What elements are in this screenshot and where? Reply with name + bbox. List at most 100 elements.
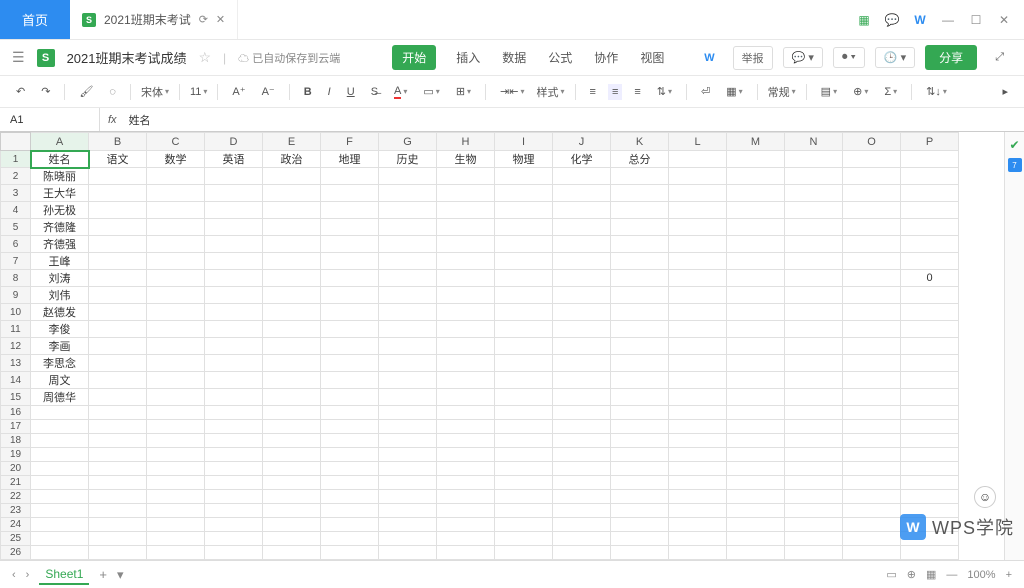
cell-G12[interactable] (379, 338, 437, 355)
apps-icon[interactable]: ▦ (856, 12, 872, 28)
cell-D19[interactable] (205, 448, 263, 462)
cell-G17[interactable] (379, 420, 437, 434)
cell-P9[interactable] (901, 287, 959, 304)
cell-M20[interactable] (727, 462, 785, 476)
cell-E18[interactable] (263, 434, 321, 448)
menu-collab[interactable]: 协作 (592, 45, 620, 70)
cell-H15[interactable] (437, 389, 495, 406)
prev-sheet-icon[interactable]: ‹ (12, 569, 16, 581)
cell-G3[interactable] (379, 185, 437, 202)
cell-L16[interactable] (669, 406, 727, 420)
cell-D3[interactable] (205, 185, 263, 202)
cell-H8[interactable] (437, 270, 495, 287)
cell-F18[interactable] (321, 434, 379, 448)
home-button[interactable]: 首页 (0, 0, 70, 39)
paint-format-icon[interactable]: 🖌 (75, 83, 97, 100)
cell-H16[interactable] (437, 406, 495, 420)
number-format-select[interactable]: 常规 ▾ (768, 84, 796, 100)
cell-O17[interactable] (843, 420, 901, 434)
cell-O10[interactable] (843, 304, 901, 321)
cell-J3[interactable] (553, 185, 611, 202)
cell-J1[interactable]: 化学 (553, 151, 611, 168)
cell-M22[interactable] (727, 490, 785, 504)
expand-icon[interactable]: ⤢ (987, 48, 1012, 67)
cell-M21[interactable] (727, 476, 785, 490)
cell-F2[interactable] (321, 168, 379, 185)
cell-J19[interactable] (553, 448, 611, 462)
cell-K14[interactable] (611, 372, 669, 389)
cell-F5[interactable] (321, 219, 379, 236)
row-header-15[interactable]: 15 (1, 389, 31, 406)
cell-I2[interactable] (495, 168, 553, 185)
cell-E1[interactable]: 政治 (263, 151, 321, 168)
cell-A22[interactable] (31, 490, 89, 504)
row-header-17[interactable]: 17 (1, 420, 31, 434)
cell-B1[interactable]: 语文 (89, 151, 147, 168)
cell-D23[interactable] (205, 504, 263, 518)
cell-C11[interactable] (147, 321, 205, 338)
cell-O8[interactable] (843, 270, 901, 287)
cell-F17[interactable] (321, 420, 379, 434)
cell-D25[interactable] (205, 532, 263, 546)
cell-G11[interactable] (379, 321, 437, 338)
cell-B26[interactable] (89, 546, 147, 560)
cell-I25[interactable] (495, 532, 553, 546)
cell-F6[interactable] (321, 236, 379, 253)
cell-E25[interactable] (263, 532, 321, 546)
row-header-22[interactable]: 22 (1, 490, 31, 504)
align-left-icon[interactable]: ≡ (586, 84, 600, 100)
cell-L18[interactable] (669, 434, 727, 448)
font-color-icon[interactable]: A ▾ (390, 83, 411, 101)
cell-F12[interactable] (321, 338, 379, 355)
cell-E7[interactable] (263, 253, 321, 270)
cell-G1[interactable]: 历史 (379, 151, 437, 168)
cell-M6[interactable] (727, 236, 785, 253)
menu-insert[interactable]: 插入 (454, 45, 482, 70)
stats-icon[interactable]: ▭ (886, 568, 896, 581)
cell-G22[interactable] (379, 490, 437, 504)
cell-A12[interactable]: 李画 (31, 338, 89, 355)
autosum-icon[interactable]: Σ ▾ (880, 84, 901, 100)
chat-icon[interactable]: 💬 (884, 12, 900, 28)
cell-D17[interactable] (205, 420, 263, 434)
cell-L24[interactable] (669, 518, 727, 532)
cell-I4[interactable] (495, 202, 553, 219)
cell-J5[interactable] (553, 219, 611, 236)
cell-N8[interactable] (785, 270, 843, 287)
cell-L7[interactable] (669, 253, 727, 270)
cell-I20[interactable] (495, 462, 553, 476)
cell-H3[interactable] (437, 185, 495, 202)
cell-M7[interactable] (727, 253, 785, 270)
cell-F8[interactable] (321, 270, 379, 287)
cell-I9[interactable] (495, 287, 553, 304)
fx-icon[interactable]: fx (100, 114, 125, 126)
cell-J18[interactable] (553, 434, 611, 448)
cell-D12[interactable] (205, 338, 263, 355)
cell-A1[interactable]: 姓名 (31, 151, 89, 168)
cell-L8[interactable] (669, 270, 727, 287)
cell-I13[interactable] (495, 355, 553, 372)
cell-K11[interactable] (611, 321, 669, 338)
cell-K9[interactable] (611, 287, 669, 304)
cell-N26[interactable] (785, 546, 843, 560)
cell-P20[interactable] (901, 462, 959, 476)
merge-icon[interactable]: ⇥⇤ ▾ (496, 83, 528, 100)
cell-E12[interactable] (263, 338, 321, 355)
undo-icon[interactable]: ↶ (12, 83, 29, 100)
cell-F13[interactable] (321, 355, 379, 372)
cell-A21[interactable] (31, 476, 89, 490)
cell-G18[interactable] (379, 434, 437, 448)
cell-K19[interactable] (611, 448, 669, 462)
cell-G7[interactable] (379, 253, 437, 270)
cell-K8[interactable] (611, 270, 669, 287)
col-header-F[interactable]: F (321, 133, 379, 151)
cell-C21[interactable] (147, 476, 205, 490)
cell-H23[interactable] (437, 504, 495, 518)
cell-A11[interactable]: 李俊 (31, 321, 89, 338)
cell-F4[interactable] (321, 202, 379, 219)
cell-L23[interactable] (669, 504, 727, 518)
cell-C3[interactable] (147, 185, 205, 202)
cell-A8[interactable]: 刘涛 (31, 270, 89, 287)
cell-J4[interactable] (553, 202, 611, 219)
cell-D14[interactable] (205, 372, 263, 389)
